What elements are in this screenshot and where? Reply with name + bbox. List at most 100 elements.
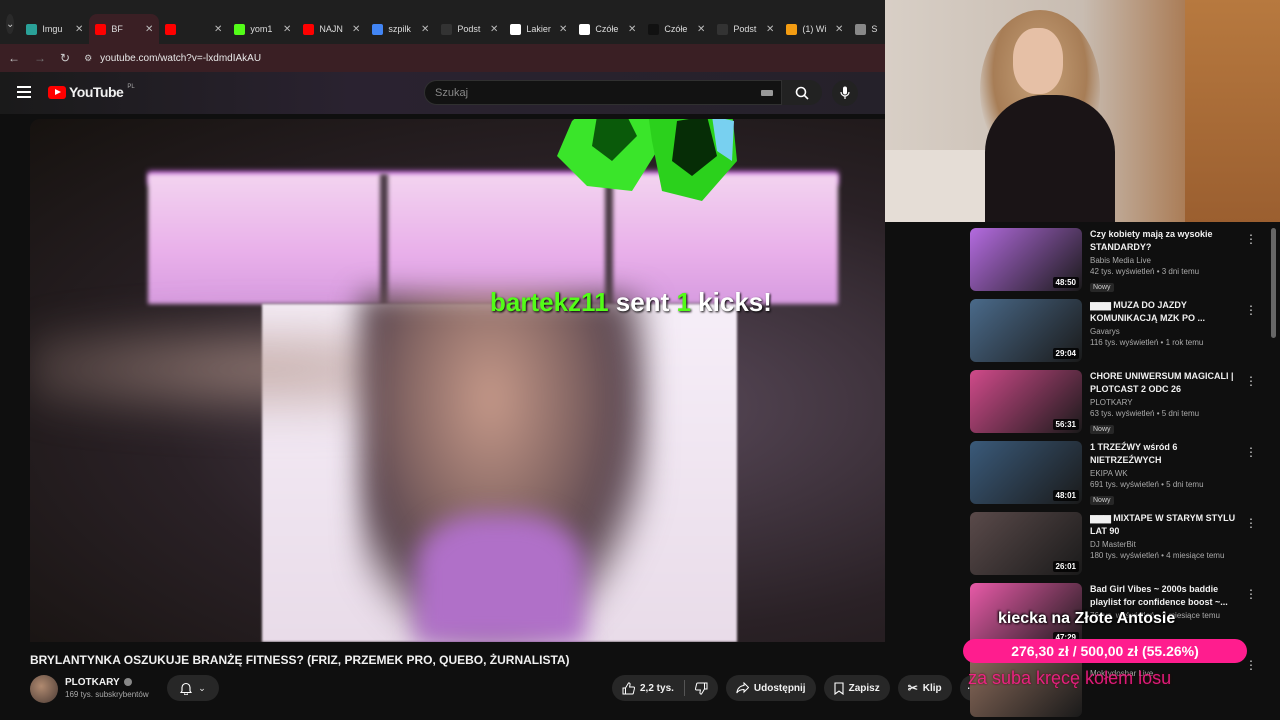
recommendation-thumbnail[interactable]: 29:04 xyxy=(970,299,1082,362)
tab-search-button[interactable]: ⌄ xyxy=(6,14,15,34)
share-icon xyxy=(736,682,749,694)
close-icon[interactable]: ✕ xyxy=(559,24,567,35)
keyboard-icon[interactable] xyxy=(761,90,773,96)
forward-icon[interactable]: → xyxy=(34,51,46,65)
omnibox[interactable]: ⚙ youtube.com/watch?v=-lxdmdIAkAU xyxy=(84,53,261,64)
kick-user: bartekz11 xyxy=(490,287,609,317)
recommendation-meta: 42 tys. wyświetleń • 3 dni temu xyxy=(1090,267,1200,276)
recommendation-item[interactable]: 29:04 ▆▆▆ MUZA DO JAZDY KOMUNIKACJĄ MZK … xyxy=(970,299,1265,370)
tab-title: S xyxy=(871,24,878,34)
browser-tab[interactable]: S✕ xyxy=(849,14,885,44)
more-vertical-icon[interactable]: ⋮ xyxy=(1245,232,1257,246)
more-vertical-icon[interactable]: ⋮ xyxy=(1245,587,1257,601)
recommendation-thumbnail[interactable]: 56:31 xyxy=(970,370,1082,433)
tab-title: (1) Wi xyxy=(802,24,827,34)
browser-tab[interactable]: Podst ✕ xyxy=(711,14,780,44)
sidebar-scrollbar[interactable] xyxy=(1271,228,1276,338)
recommendation-title[interactable]: CHORE UNIWERSUM MAGICALI | PLOTCAST 2 OD… xyxy=(1090,370,1240,396)
tab-title: Lakier xyxy=(526,24,551,34)
tab-title: Czółe xyxy=(664,24,688,34)
share-button[interactable]: Udostępnij xyxy=(725,675,816,701)
more-vertical-icon[interactable]: ⋮ xyxy=(1245,516,1257,530)
bell-icon xyxy=(180,682,193,695)
dislike-button[interactable] xyxy=(685,682,718,695)
recommendation-info: Czy kobiety mają za wysokie STANDARDY? B… xyxy=(1090,228,1240,299)
browser-tab[interactable]: (1) Wi ✕ xyxy=(780,14,849,44)
browser-tab[interactable]: Czółe ✕ xyxy=(573,14,642,44)
search-placeholder: Szukaj xyxy=(435,86,469,99)
close-icon[interactable]: ✕ xyxy=(214,24,222,35)
close-icon[interactable]: ✕ xyxy=(766,24,774,35)
more-vertical-icon[interactable]: ⋮ xyxy=(1245,374,1257,388)
browser-tab[interactable]: Podst ✕ xyxy=(435,14,504,44)
save-button[interactable]: Zapisz xyxy=(823,675,890,701)
recommendation-item[interactable]: 48:01 1 TRZEŹWY wśród 6 NIETRZEŹWYCH EKI… xyxy=(970,441,1265,512)
browser-tab[interactable]: szpilk ✕ xyxy=(366,14,435,44)
close-icon[interactable]: ✕ xyxy=(352,24,360,35)
recommendation-item[interactable]: 48:50 Czy kobiety mają za wysokie STANDA… xyxy=(970,228,1265,299)
browser-tab[interactable]: Lakier ✕ xyxy=(504,14,573,44)
tab-title: NAJN xyxy=(319,24,343,34)
channel-name[interactable]: PLOTKARY xyxy=(65,677,120,688)
like-button[interactable]: 2,2 tys. xyxy=(612,681,684,695)
close-icon[interactable]: ✕ xyxy=(145,24,153,35)
recommendation-title[interactable]: ▆▆▆ MUZA DO JAZDY KOMUNIKACJĄ MZK PO ... xyxy=(1090,299,1240,325)
video-player[interactable]: bartekz11 sent 1 kicks! xyxy=(30,119,885,642)
recommendation-item[interactable]: 56:31 CHORE UNIWERSUM MAGICALI | PLOTCAS… xyxy=(970,370,1265,441)
tab-title: Imgu xyxy=(42,24,63,34)
clip-button[interactable]: ✂ Klip xyxy=(897,675,952,701)
reload-icon[interactable]: ↻ xyxy=(60,51,70,65)
recommendation-title[interactable]: 1 TRZEŹWY wśród 6 NIETRZEŹWYCH xyxy=(1090,441,1240,467)
recommendation-title[interactable]: ▆▆▆ MIXTAPE W STARYM STYLU LAT 90 xyxy=(1090,512,1240,538)
search-input[interactable]: Szukaj xyxy=(424,80,782,105)
search-button[interactable] xyxy=(782,80,822,105)
close-icon[interactable]: ✕ xyxy=(697,24,705,35)
duration-badge: 26:01 xyxy=(1052,561,1079,572)
webcam-decor xyxy=(1013,28,1063,94)
browser-tab[interactable]: Imgu ✕ xyxy=(20,14,89,44)
voice-search-button[interactable] xyxy=(832,80,858,106)
close-icon[interactable]: ✕ xyxy=(835,24,843,35)
menu-icon[interactable] xyxy=(17,86,31,98)
recommendation-title[interactable]: Bad Girl Vibes ~ 2000s baddie playlist f… xyxy=(1090,583,1240,609)
mic-icon xyxy=(840,86,850,99)
browser-tab[interactable]: ✕ xyxy=(159,14,228,44)
youtube-logo[interactable]: YouTube PL xyxy=(48,84,135,100)
close-icon[interactable]: ✕ xyxy=(421,24,429,35)
close-icon[interactable]: ✕ xyxy=(490,24,498,35)
more-vertical-icon[interactable]: ⋮ xyxy=(1245,445,1257,459)
recommendation-info: ▆▆▆ MIXTAPE W STARYM STYLU LAT 90 DJ Mas… xyxy=(1090,512,1240,583)
recommendation-meta: 180 tys. wyświetleń • 4 miesiące temu xyxy=(1090,551,1225,560)
back-icon[interactable]: ← xyxy=(8,51,20,65)
like-count: 2,2 tys. xyxy=(640,682,674,694)
recommendation-title[interactable]: Czy kobiety mają za wysokie STANDARDY? xyxy=(1090,228,1240,254)
channel-name-wrap[interactable]: PLOTKARY xyxy=(65,677,132,688)
youtube-play-icon xyxy=(48,85,66,99)
recommendation-channel[interactable]: DJ MasterBit xyxy=(1090,540,1240,549)
recommendation-thumbnail[interactable]: 48:01 xyxy=(970,441,1082,504)
close-icon[interactable]: ✕ xyxy=(628,24,636,35)
browser-tab[interactable]: NAJN ✕ xyxy=(297,14,366,44)
recommendation-thumbnail[interactable]: 26:01 xyxy=(970,512,1082,575)
channel-avatar[interactable] xyxy=(30,675,58,703)
recommendation-channel[interactable]: Gavarys xyxy=(1090,327,1240,336)
tab-favicon-icon xyxy=(855,23,867,35)
close-icon[interactable]: ✕ xyxy=(75,24,83,35)
recommendation-channel[interactable]: EKIPA WK xyxy=(1090,469,1240,478)
video-actions: 2,2 tys. Udostępnij Zapisz ✂ Klip ⋯ xyxy=(612,675,986,701)
more-vertical-icon[interactable]: ⋮ xyxy=(1245,658,1257,672)
notifications-button[interactable]: ⌄ xyxy=(167,675,219,701)
site-info-icon[interactable]: ⚙ xyxy=(84,53,92,64)
browser-tab[interactable]: BF ✕ xyxy=(89,14,160,44)
recommendation-channel[interactable]: PLOTKARY xyxy=(1090,398,1240,407)
video-title: BRYLANTYNKA OSZUKUJE BRANŻĘ FITNESS? (FR… xyxy=(30,653,570,667)
url-text[interactable]: youtube.com/watch?v=-lxdmdIAkAU xyxy=(100,53,261,64)
recommendation-channel[interactable]: Babis Media Live xyxy=(1090,256,1240,265)
close-icon[interactable]: ✕ xyxy=(283,24,291,35)
recommendation-item[interactable]: 26:01 ▆▆▆ MIXTAPE W STARYM STYLU LAT 90 … xyxy=(970,512,1265,583)
recommendation-thumbnail[interactable]: 48:50 xyxy=(970,228,1082,291)
browser-tab[interactable]: Czółe ✕ xyxy=(642,14,711,44)
tab-favicon-icon xyxy=(95,23,107,35)
more-vertical-icon[interactable]: ⋮ xyxy=(1245,303,1257,317)
browser-tab[interactable]: yom1 ✕ xyxy=(228,14,297,44)
